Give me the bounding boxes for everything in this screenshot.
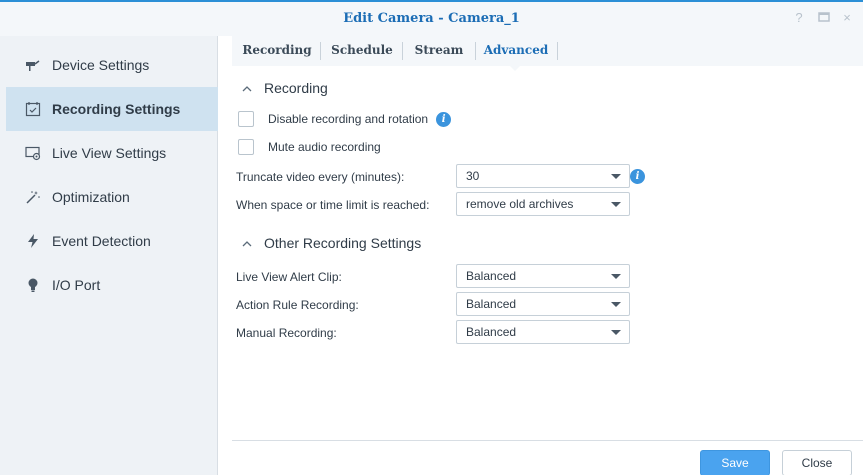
title-bar: Edit Camera - Camera_1 ? × (0, 2, 863, 36)
disable-rotation-row: Disable recording and rotation i (238, 111, 452, 127)
maximize-icon[interactable] (815, 9, 833, 27)
lightning-icon (24, 232, 42, 250)
live-view-icon (24, 144, 42, 162)
tab-separator (402, 42, 403, 60)
disable-rotation-checkbox[interactable] (238, 111, 254, 127)
sidebar-item-label: Live View Settings (52, 145, 167, 161)
manual-value: Balanced (466, 325, 517, 339)
truncate-select[interactable]: 30 (456, 164, 630, 188)
calendar-icon (24, 100, 42, 118)
chevron-up-icon (242, 236, 254, 250)
sidebar-item-io-port[interactable]: I/O Port (6, 263, 218, 307)
sidebar-item-label: Device Settings (52, 57, 150, 73)
tab-stream[interactable]: Stream (404, 36, 474, 66)
magic-wand-icon (24, 188, 42, 206)
manual-select[interactable]: Balanced (456, 320, 630, 344)
limit-select[interactable]: remove old archives (456, 192, 630, 216)
other-section-header[interactable]: Other Recording Settings (242, 235, 421, 251)
tab-schedule[interactable]: Schedule (322, 36, 402, 66)
help-icon[interactable]: ? (790, 9, 808, 27)
tab-bar: Recording Schedule Stream Advanced (232, 36, 863, 66)
mute-audio-checkbox[interactable] (238, 139, 254, 155)
sidebar-item-live-view-settings[interactable]: Live View Settings (6, 131, 218, 175)
tab-advanced[interactable]: Advanced (477, 36, 555, 66)
truncate-label: Truncate video every (minutes): (236, 170, 405, 184)
mute-audio-row: Mute audio recording (238, 139, 381, 155)
action-rule-label: Action Rule Recording: (236, 298, 359, 312)
chevron-down-icon (611, 174, 621, 179)
chevron-up-icon (242, 81, 254, 95)
close-button[interactable]: Close (782, 450, 852, 475)
info-icon[interactable]: i (436, 111, 452, 127)
action-rule-value: Balanced (466, 297, 517, 311)
tab-recording[interactable]: Recording (236, 36, 318, 66)
advanced-panel: Recording Disable recording and rotation… (232, 66, 863, 440)
recording-section-header[interactable]: Recording (242, 80, 328, 96)
sidebar-item-label: I/O Port (52, 277, 101, 293)
manual-label: Manual Recording: (236, 326, 337, 340)
sidebar: Device Settings Recording Settings Live … (0, 36, 218, 475)
live-view-value: Balanced (466, 269, 517, 283)
limit-label: When space or time limit is reached: (236, 198, 430, 212)
tab-separator (557, 42, 558, 60)
chevron-down-icon (611, 274, 621, 279)
sidebar-item-recording-settings[interactable]: Recording Settings (6, 87, 218, 131)
chevron-down-icon (611, 330, 621, 335)
live-view-select[interactable]: Balanced (456, 264, 630, 288)
sidebar-item-label: Recording Settings (52, 101, 181, 117)
action-rule-select[interactable]: Balanced (456, 292, 630, 316)
close-icon[interactable]: × (838, 9, 856, 27)
edit-camera-window: Edit Camera - Camera_1 ? × Device Settin… (0, 0, 863, 475)
chevron-down-icon (611, 302, 621, 307)
tab-separator (475, 42, 476, 60)
sidebar-item-event-detection[interactable]: Event Detection (6, 219, 218, 263)
sidebar-item-device-settings[interactable]: Device Settings (6, 43, 218, 87)
live-view-label: Live View Alert Clip: (236, 270, 342, 284)
window-title: Edit Camera - Camera_1 (343, 11, 520, 26)
limit-value: remove old archives (466, 197, 574, 211)
sidebar-item-label: Event Detection (52, 233, 151, 249)
sidebar-item-label: Optimization (52, 189, 130, 205)
truncate-value: 30 (466, 169, 480, 183)
bulb-icon (24, 276, 42, 294)
section-title: Recording (264, 80, 328, 96)
info-icon[interactable]: i (630, 169, 645, 184)
chevron-down-icon (611, 202, 621, 207)
camera-icon (24, 56, 42, 74)
dialog-footer: Save Close (232, 440, 863, 475)
save-button[interactable]: Save (700, 450, 770, 475)
tab-separator (320, 42, 321, 60)
sidebar-item-optimization[interactable]: Optimization (6, 175, 218, 219)
mute-audio-label: Mute audio recording (268, 140, 381, 154)
section-title: Other Recording Settings (264, 235, 422, 251)
disable-rotation-label: Disable recording and rotation (268, 112, 429, 126)
